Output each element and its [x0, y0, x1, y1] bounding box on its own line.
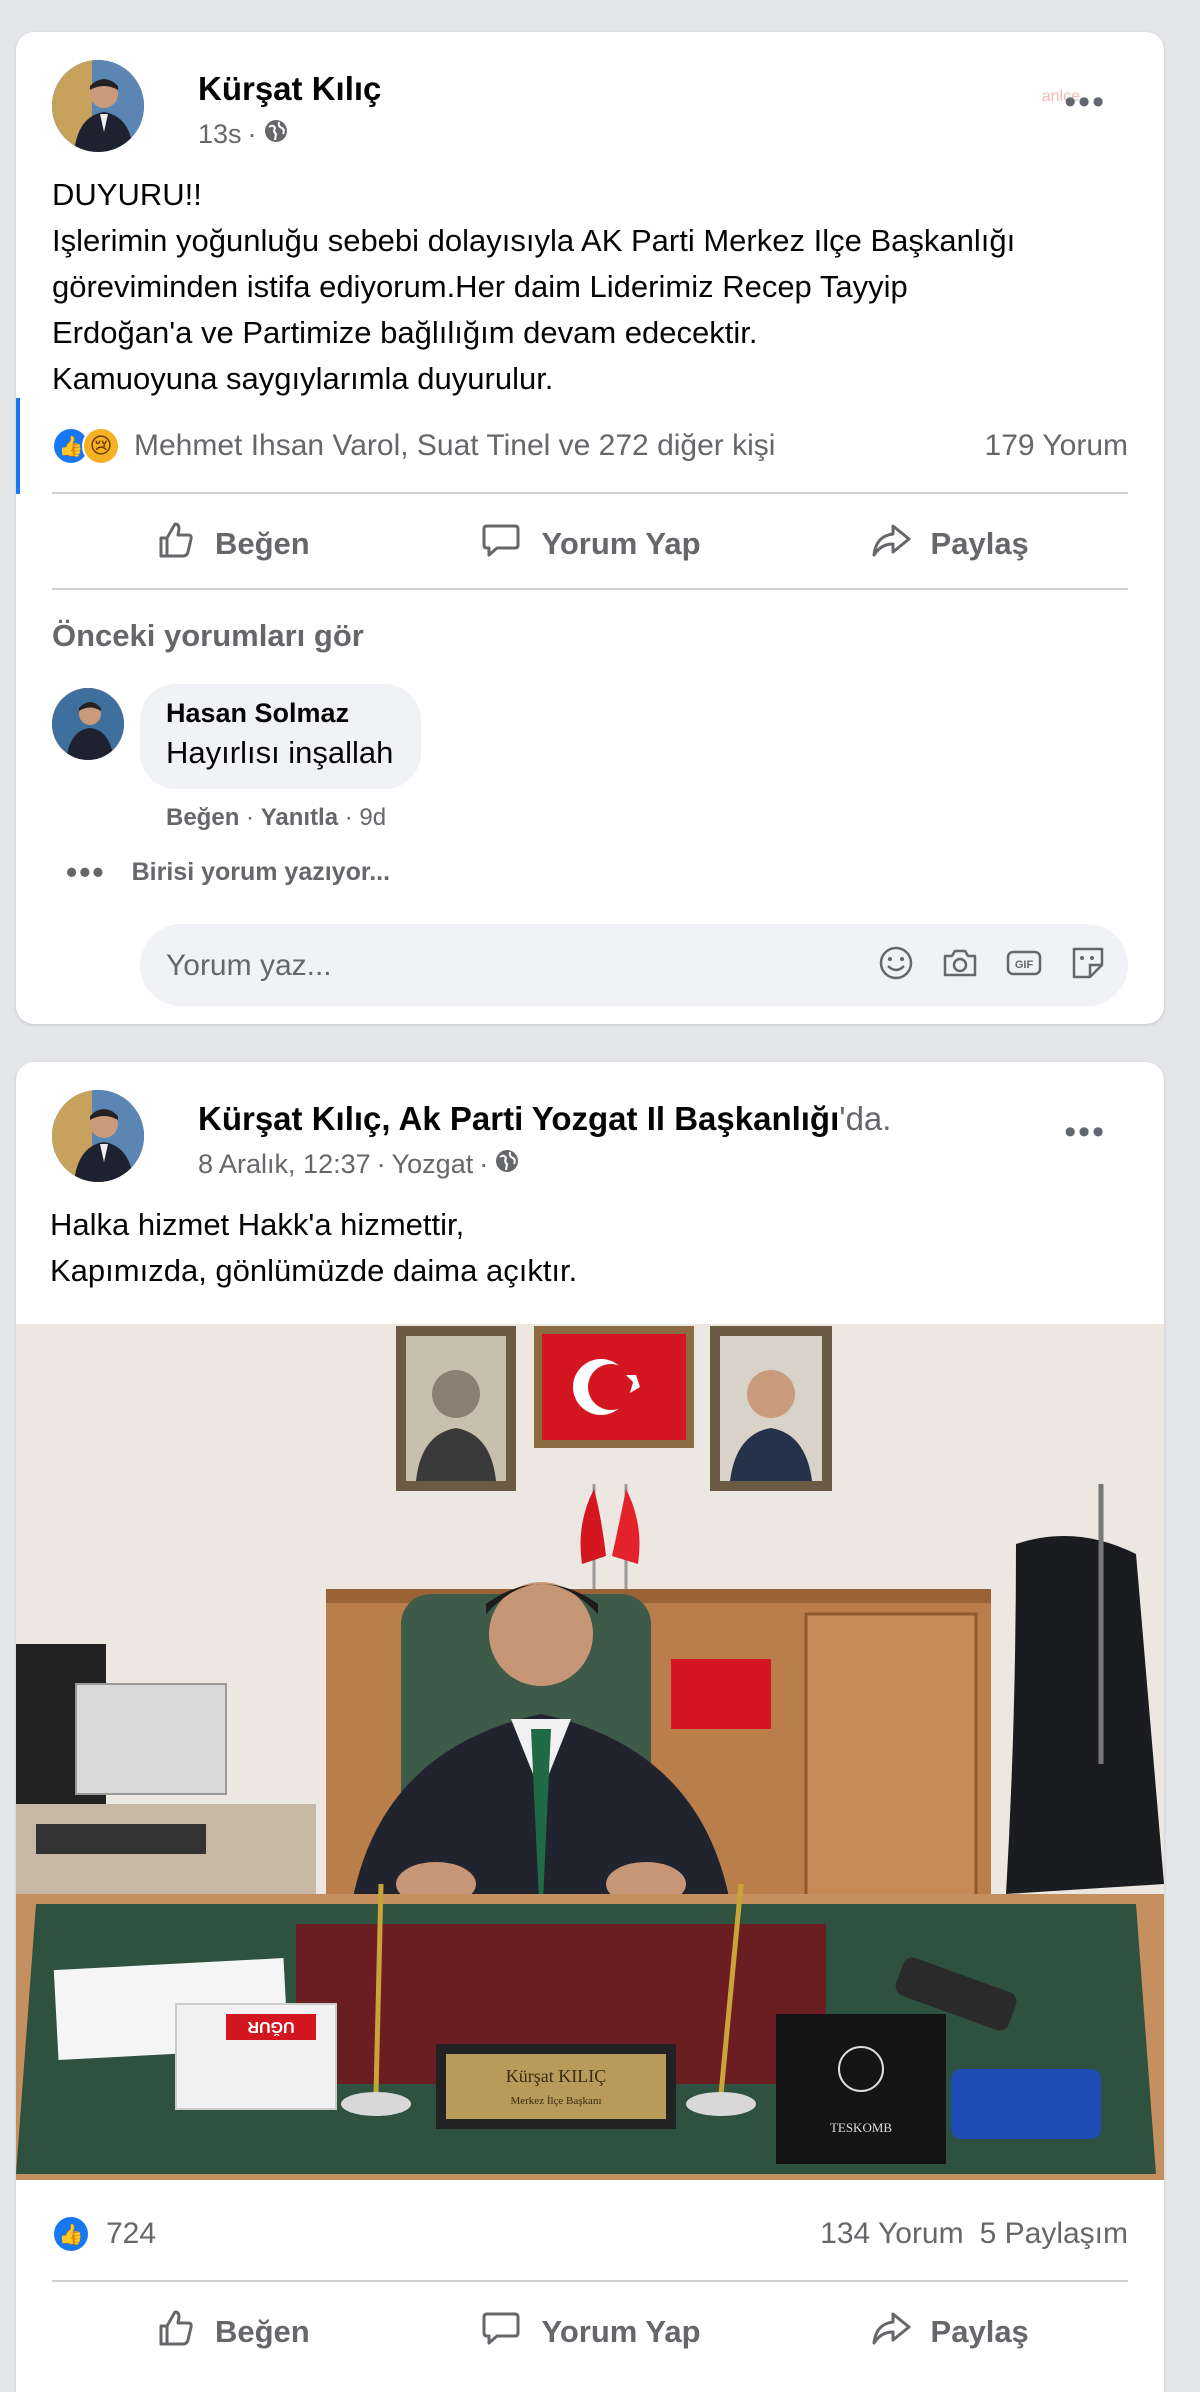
svg-text:GIF: GIF — [1015, 959, 1034, 971]
post-author-line: Kürşat Kılıç, Ak Parti Yozgat Il Başkanl… — [198, 1100, 891, 1138]
post-text-line: Erdoğan'a ve Partimize bağlılığım devam … — [52, 315, 758, 350]
like-label: Beğen — [214, 526, 310, 561]
share-icon — [869, 2306, 913, 2358]
commenter-name[interactable]: Hasan Solmaz — [166, 698, 393, 729]
smile-icon[interactable] — [876, 943, 916, 988]
post-actions: Beğen Yorum Yap Paylaş — [52, 504, 1128, 584]
more-icon[interactable]: ••• — [1064, 85, 1106, 119]
comment-icon — [479, 2306, 523, 2358]
post-text-line: Halka hizmet Hakk'a hizmettir, — [50, 1207, 465, 1242]
likes-count[interactable]: 724 — [106, 2217, 156, 2251]
comment-tools: GIF — [876, 924, 1108, 1006]
nameplate-title: Merkez İlçe Başkanı — [510, 2095, 601, 2107]
comment-button[interactable]: Yorum Yap — [411, 504, 770, 584]
post-text: DUYURU!! Işlerimin yoğunluğu sebebi dola… — [52, 172, 1128, 402]
post-text-line: göreviminden istifa ediyorum.Her daim Li… — [52, 269, 908, 304]
comment-box: GIF — [140, 924, 1128, 1008]
post-text-line: Kamuoyuna saygıylarımla duyurulur. — [52, 361, 554, 396]
page-link[interactable]: Ak Parti Yozgat Il Başkanlığı — [399, 1100, 840, 1137]
post-header: Kürşat Kılıç 13s · anlce ••• — [52, 60, 1128, 156]
divider — [52, 492, 1128, 494]
post-author[interactable]: Kürşat Kılıç — [198, 1100, 381, 1137]
gif-icon[interactable]: GIF — [1004, 943, 1044, 988]
nameplate-name: Kürşat KILIÇ — [506, 2066, 606, 2086]
comment-text: Hayırlısı inşallah — [166, 735, 394, 770]
sad-reaction-icon: 😢 — [82, 427, 120, 465]
post-photo[interactable]: Kürşat KILIÇ Merkez İlçe Başkanı TESKOMB… — [16, 1324, 1164, 2180]
share-label: Paylaş — [930, 2314, 1029, 2349]
globe-icon — [263, 118, 289, 151]
previous-comments-link[interactable]: Önceki yorumları gör — [52, 618, 364, 654]
comments-count[interactable]: 134 Yorum — [820, 2217, 963, 2251]
avatar[interactable] — [52, 1090, 144, 1182]
typing-dots-icon: ••• — [66, 854, 106, 890]
more-icon[interactable]: ••• — [1064, 1115, 1106, 1149]
shares-count[interactable]: 5 Paylaşım — [980, 2217, 1128, 2251]
share-label: Paylaş — [930, 526, 1029, 561]
comment-like-link[interactable]: Beğen — [166, 804, 239, 831]
comment-bubble: Hasan Solmaz Hayırlısı inşallah — [140, 684, 422, 789]
share-button[interactable]: Paylaş — [769, 504, 1128, 584]
comment-time[interactable]: 9d — [359, 804, 386, 831]
globe-icon — [494, 1148, 520, 1181]
post-card: Kürşat Kılıç, Ak Parti Yozgat Il Başkanl… — [16, 1062, 1164, 2392]
like-icon — [153, 518, 197, 570]
commenter-avatar[interactable] — [52, 688, 124, 760]
like-label: Beğen — [214, 2314, 310, 2349]
divider — [52, 2280, 1128, 2282]
share-button[interactable]: Paylaş — [769, 2292, 1128, 2372]
like-reaction-icon: 👍 — [52, 2215, 90, 2253]
typing-indicator: ••• Birisi yorum yazıyor... — [66, 854, 390, 891]
comment-button[interactable]: Yorum Yap — [411, 2292, 770, 2372]
comment-label: Yorum Yap — [541, 526, 701, 561]
comment-label: Yorum Yap — [541, 2314, 701, 2349]
reactions-text[interactable]: Mehmet Ihsan Varol, Suat Tinel ve 272 di… — [134, 429, 775, 463]
office-photo: Kürşat KILIÇ Merkez İlçe Başkanı TESKOMB… — [16, 1324, 1164, 2180]
typing-text: Birisi yorum yazıyor... — [131, 858, 391, 886]
comment-reply-link[interactable]: Yanıtla — [261, 804, 338, 831]
box-brand: TESKOMB — [830, 2120, 892, 2135]
focus-indicator — [16, 398, 20, 494]
like-button[interactable]: Beğen — [52, 504, 411, 584]
like-icon — [153, 2306, 197, 2358]
tissue-label: UĞUR — [247, 2018, 295, 2037]
post-card: Kürşat Kılıç 13s · anlce ••• DUYURU!! Iş… — [16, 32, 1164, 1024]
post-stats: 👍 😢 Mehmet Ihsan Varol, Suat Tinel ve 27… — [52, 416, 1128, 476]
post-meta: 13s · — [198, 118, 289, 151]
post-text: Halka hizmet Hakk'a hizmettir, Kapımızda… — [50, 1202, 1128, 1294]
separator: , — [381, 1100, 399, 1137]
post-header: Kürşat Kılıç, Ak Parti Yozgat Il Başkanl… — [52, 1090, 1128, 1186]
post-text-line: Işlerimin yoğunluğu sebebi dolayısıyla A… — [52, 223, 1016, 258]
comment-actions: Beğen · Yanıtla · 9d — [166, 804, 387, 831]
share-icon — [869, 518, 913, 570]
camera-icon[interactable] — [940, 943, 980, 988]
page-suffix: 'da. — [839, 1100, 892, 1137]
post-actions: Beğen Yorum Yap Paylaş — [52, 2292, 1128, 2372]
post-time[interactable]: 8 Aralık, 12:37 — [198, 1149, 371, 1180]
comments-count[interactable]: 179 Yorum — [985, 429, 1128, 463]
divider — [52, 588, 1128, 590]
comment-input[interactable] — [164, 924, 768, 1008]
post-text-line: Kapımızda, gönlümüzde daima açıktır. — [50, 1253, 578, 1288]
post-time[interactable]: 13s — [198, 119, 242, 150]
post-location[interactable]: Yozgat — [392, 1149, 474, 1180]
post-meta: 8 Aralık, 12:37 · Yozgat · — [198, 1148, 520, 1181]
post-stats: 👍 724 134 Yorum 5 Paylaşım — [52, 2204, 1128, 2264]
sticker-icon[interactable] — [1068, 943, 1108, 988]
comment-icon — [479, 518, 523, 570]
post-author[interactable]: Kürşat Kılıç — [198, 70, 381, 108]
like-button[interactable]: Beğen — [52, 2292, 411, 2372]
avatar[interactable] — [52, 60, 144, 152]
post-text-line: DUYURU!! — [52, 177, 202, 212]
